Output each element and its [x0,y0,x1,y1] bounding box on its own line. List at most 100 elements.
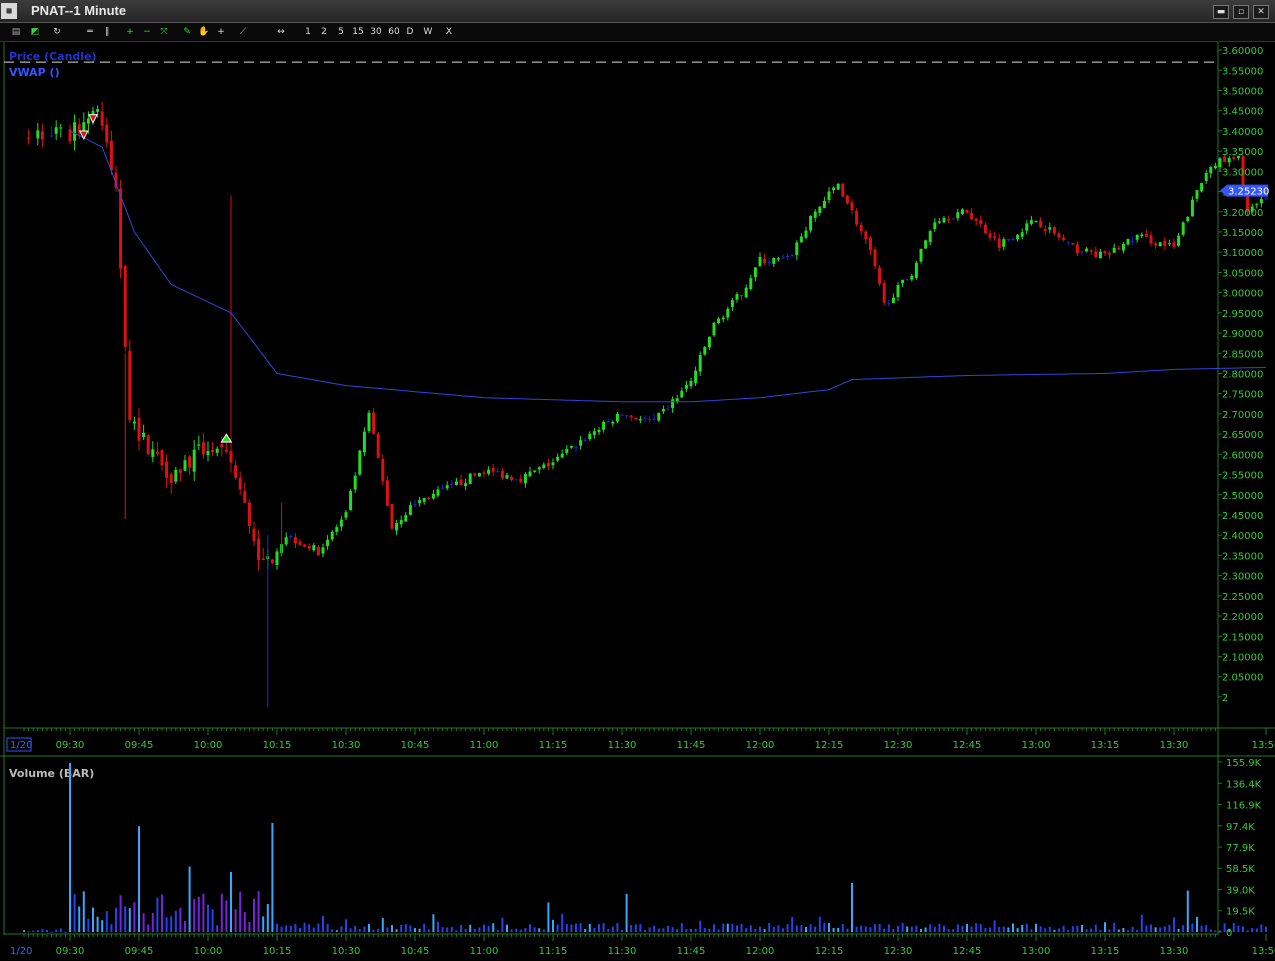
volume-bar [832,928,835,932]
volume-bar [202,893,205,932]
candle-body [556,456,560,461]
candle-body [878,267,882,285]
candle-body [367,412,371,431]
last-price-label: 3.25230 [1228,187,1269,198]
candle-body [910,275,914,280]
volume-bar [239,891,242,932]
volume-bar [423,923,426,932]
volume-bar [901,923,904,932]
candle-body [270,559,274,564]
volume-bar [1071,926,1074,932]
candle-body [560,453,564,458]
volume-bar [1012,923,1014,932]
candle-body [321,547,325,554]
candle-body [786,256,790,258]
volume-bar [1242,926,1244,932]
price-tick-label: 3.10000 [1222,248,1263,259]
candle-body [408,505,412,515]
volume-time-tick-label: 13:50 [1252,946,1275,957]
candle-body [583,439,587,441]
candle-body [868,237,872,251]
volume-bar [644,930,646,932]
volume-bar [547,902,550,932]
price-tick-label: 2.95000 [1222,309,1263,320]
candle-body [753,267,757,278]
volume-bar [878,924,881,932]
candle-body [1066,241,1070,243]
candle-body [680,390,684,398]
candle-body [312,545,316,551]
volume-bar [294,923,297,932]
volume-bar [662,928,665,932]
volume-bar [1205,925,1208,932]
volume-bar [1122,928,1125,932]
candle-body [496,471,500,473]
candle-body [510,476,514,481]
volume-bar [1163,926,1166,932]
volume-bar [1007,927,1010,932]
price-tick-label: 2.10000 [1222,652,1263,663]
candle-body [896,284,900,298]
candle-body [137,417,141,441]
time-tick-label: 10:45 [401,740,430,751]
time-tick-label: 11:00 [470,740,499,751]
price-tick-label: 2.35000 [1222,551,1263,562]
candle-body [362,431,366,453]
volume-bar [860,925,863,932]
volume-bar [1191,923,1194,932]
volume-bar [570,924,573,932]
price-tick-label: 2.50000 [1222,491,1263,502]
candle-body [1112,247,1116,253]
candle-body [643,417,647,419]
candle-body [1006,239,1010,241]
candle-body [119,188,123,269]
candle-body [160,450,164,466]
volume-bar [855,926,858,932]
volume-bar [308,924,311,932]
volume-bar [197,896,200,932]
volume-bar [786,924,789,932]
candle-body [326,539,330,547]
price-tick-label: 2.85000 [1222,349,1263,360]
volume-bar [280,926,283,932]
candle-body [781,257,785,259]
volume-bar [1053,929,1056,932]
volume-bar [1251,927,1254,932]
volume-bar [979,924,982,932]
volume-time-tick-label: 13:15 [1091,946,1120,957]
volume-bar [253,898,255,932]
volume-bar [538,928,541,932]
candle-body [1154,243,1158,246]
volume-bar [248,921,251,932]
candle-body [832,187,836,191]
candle-body [376,433,380,458]
candle-body [27,137,31,139]
candle-body [855,210,859,225]
volume-bar [473,928,476,932]
candle-body [1200,182,1204,192]
candle-body [358,450,362,475]
volume-bar [1150,924,1152,932]
time-tick-label: 13:15 [1091,740,1120,751]
volume-bar [561,913,564,932]
candle-body [307,546,311,549]
volume-tick-label: 116.9K [1226,801,1262,812]
candle-body [422,498,426,502]
candle-body [247,502,251,527]
volume-bar [906,926,909,932]
volume-bar [657,928,660,932]
candle-body [694,370,698,383]
volume-bar [883,928,886,932]
candle-body [1259,199,1263,204]
price-tick-label: 3.05000 [1222,268,1263,279]
sell-signal-marker [78,130,89,141]
volume-bar [276,923,278,932]
volume-bar [317,923,320,932]
candle-body [243,490,247,503]
candle-body [385,480,389,506]
time-tick-label: 09:45 [125,740,154,751]
candle-body [689,381,693,387]
candle-body [487,469,491,474]
candle-body [657,412,661,421]
volume-bar [322,916,324,932]
